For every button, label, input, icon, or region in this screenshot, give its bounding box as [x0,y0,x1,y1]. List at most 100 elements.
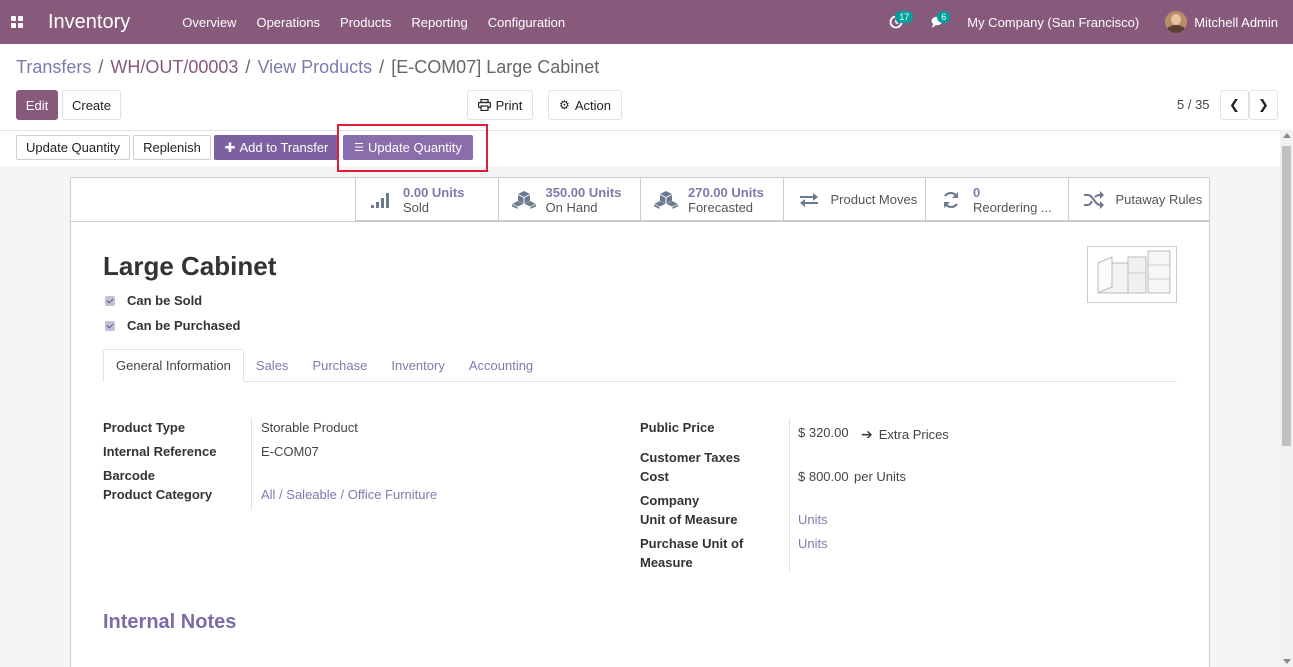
plus-icon: ✚ [224,139,236,155]
menu-overview[interactable]: Overview [182,15,236,30]
control-panel-divider [0,130,1280,131]
internal-reference-value[interactable]: E-COM07 [261,442,319,461]
product-category-label: Product Category [103,487,213,502]
smart-button-reordering[interactable]: 0 Reordering ... [925,178,1068,221]
breadcrumb-view-products[interactable]: View Products [257,57,372,78]
purchase-uom-label-line2: Measure [640,555,693,570]
smart-buttons: 0.00 Units Sold 350.00 Units On Hand 270… [355,178,1210,221]
sold-value: 0.00 Units [403,184,465,200]
create-button[interactable]: Create [62,90,121,120]
smart-button-on-hand[interactable]: 350.00 Units On Hand [497,178,641,221]
can-be-sold-field: Can be Sold [105,293,202,308]
add-to-transfer-label: Add to Transfer [239,140,329,155]
action-label: Action [574,97,611,113]
breadcrumb-picking[interactable]: WH/OUT/00003 [110,57,238,78]
reordering-label: Reordering ... [973,199,1052,215]
unit-of-measure-value[interactable]: Units [798,510,828,529]
signal-icon [368,188,394,212]
add-to-transfer-button[interactable]: ✚ Add to Transfer [214,135,339,160]
extra-prices-button[interactable]: ➔ Extra Prices [861,425,949,444]
purchase-uom-label-line1: Purchase Unit of [640,536,744,551]
form-sheet: 0.00 Units Sold 350.00 Units On Hand 270… [70,177,1210,667]
print-icon [477,99,491,111]
activity-button[interactable]: 17 [883,0,914,44]
smart-button-sold[interactable]: 0.00 Units Sold [355,178,498,221]
forecasted-label: Forecasted [688,199,754,215]
messages-button[interactable]: 6 [925,0,951,44]
product-category-value[interactable]: All / Saleable / Office Furniture [261,485,437,504]
company-switcher[interactable]: My Company (San Francisco) [967,15,1139,30]
product-name[interactable]: Large Cabinet [103,251,276,282]
random-icon [1081,188,1107,212]
breadcrumb-transfers[interactable]: Transfers [16,57,91,78]
apps-menu-icon[interactable] [0,0,34,44]
highlight-box [337,124,488,172]
product-moves-label: Product Moves [830,192,918,207]
action-button[interactable]: ⚙ Action [548,90,622,120]
scrollbar-thumb[interactable] [1282,146,1291,446]
scroll-down-icon[interactable] [1283,659,1291,664]
messages-badge: 6 [937,11,951,23]
purchase-uom-value[interactable]: Units [798,534,828,553]
exchange-icon [796,188,822,212]
breadcrumb-separator: / [379,57,385,77]
pager-value[interactable]: 5 / 35 [1177,97,1210,112]
tab-sales[interactable]: Sales [244,349,301,382]
breadcrumb: Transfers / WH/OUT/00003 / View Products… [16,57,599,78]
tab-general-information[interactable]: General Information [103,349,244,382]
cost-value[interactable]: $ 800.00 [798,467,849,486]
can-be-sold-checkbox[interactable] [105,295,115,306]
menu-reporting[interactable]: Reporting [411,15,467,30]
activity-badge: 17 [895,11,914,23]
scroll-up-icon[interactable] [1283,133,1291,138]
on-hand-label: On Hand [545,199,598,215]
right-group-divider [789,418,790,573]
chevron-right-icon: ❯ [1258,97,1269,112]
breadcrumb-separator: / [98,57,104,77]
putaway-rules-label: Putaway Rules [1115,192,1203,207]
can-be-sold-label: Can be Sold [127,293,203,308]
app-name[interactable]: Inventory [48,11,130,34]
product-image[interactable] [1087,246,1177,303]
replenish-button[interactable]: Replenish [133,135,211,160]
edit-button[interactable]: Edit [16,90,58,120]
smart-button-forecasted[interactable]: 270.00 Units Forecasted [640,178,783,221]
product-type-label: Product Type [103,420,186,435]
menu-operations[interactable]: Operations [256,15,320,30]
user-menu[interactable]: Mitchell Admin [1194,15,1278,30]
unit-of-measure-label: Unit of Measure [640,512,738,527]
pager-previous-button[interactable]: ❮ [1220,90,1249,120]
gear-icon: ⚙ [559,98,570,112]
chevron-left-icon: ❮ [1229,97,1240,112]
pager-next-button[interactable]: ❯ [1249,90,1278,120]
menu-products[interactable]: Products [340,15,391,30]
extra-prices-label: Extra Prices [878,427,949,442]
update-quantity-button[interactable]: Update Quantity [16,135,130,160]
refresh-icon [938,188,964,212]
arrow-right-icon: ➔ [861,426,873,442]
tab-purchase[interactable]: Purchase [300,349,379,382]
can-be-purchased-label: Can be Purchased [127,318,241,333]
cost-unit: per Units [854,469,907,484]
breadcrumb-separator: / [245,57,251,77]
product-type-value[interactable]: Storable Product [261,418,358,437]
cost-label: Cost [640,469,669,484]
internal-notes-title: Internal Notes [103,611,237,633]
cubes-icon [511,188,537,212]
can-be-purchased-checkbox[interactable] [105,320,115,331]
customer-taxes-label: Customer Taxes [640,450,741,465]
scrollbar[interactable] [1280,130,1293,667]
can-be-purchased-field: Can be Purchased [105,318,240,333]
public-price-label: Public Price [640,420,715,435]
smart-button-product-moves[interactable]: Product Moves [782,178,926,221]
smart-button-putaway-rules[interactable]: Putaway Rules [1067,178,1211,221]
user-avatar[interactable] [1165,11,1188,33]
public-price-value[interactable]: $ 320.00 [798,423,849,442]
print-button[interactable]: Print [467,90,533,120]
tab-inventory[interactable]: Inventory [379,349,456,382]
print-label: Print [495,97,523,113]
reordering-value: 0 [973,184,981,200]
cubes-icon [653,188,679,212]
tab-accounting[interactable]: Accounting [457,349,545,382]
menu-configuration[interactable]: Configuration [488,15,565,30]
